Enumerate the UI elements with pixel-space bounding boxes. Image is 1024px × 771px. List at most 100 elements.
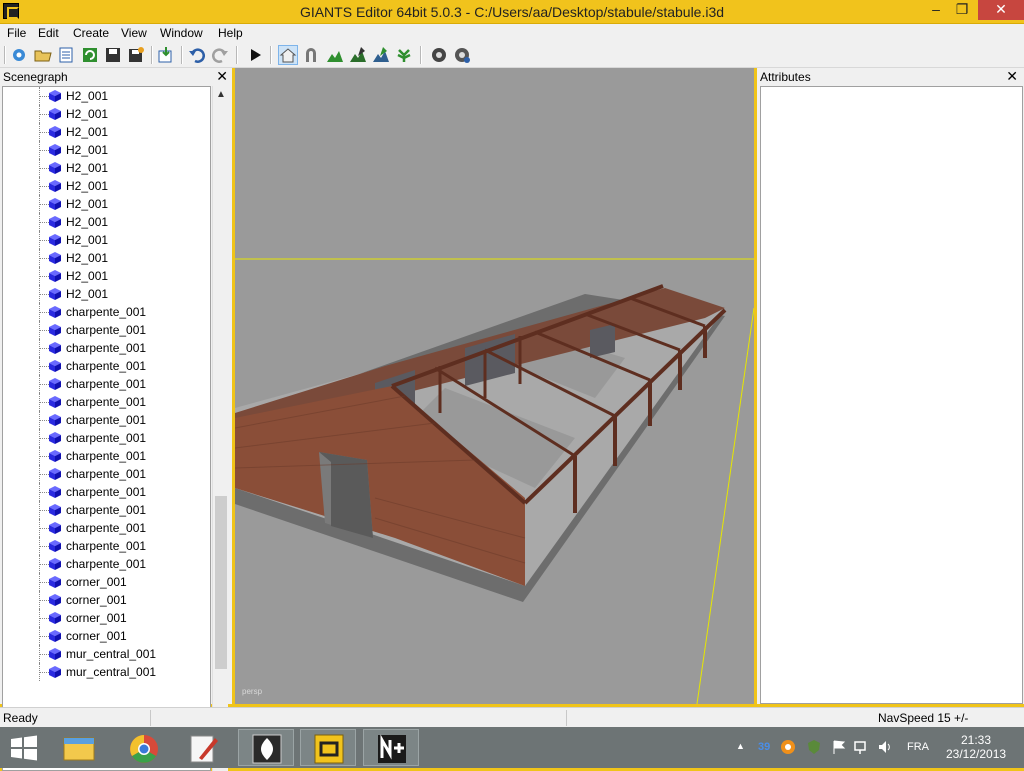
- file-explorer-icon[interactable]: [50, 729, 106, 766]
- tree-item[interactable]: mur_central_001: [3, 663, 210, 681]
- menu-file[interactable]: File: [7, 26, 26, 40]
- tree-item-label: corner_001: [66, 629, 127, 643]
- tree-item[interactable]: H2_001: [3, 267, 210, 285]
- language-indicator[interactable]: FRA: [907, 741, 929, 753]
- minimize-button[interactable]: –: [922, 0, 950, 20]
- tree-item[interactable]: H2_001: [3, 231, 210, 249]
- tree-item[interactable]: charpente_001: [3, 429, 210, 447]
- toolbar-separator: [270, 46, 272, 64]
- play-icon[interactable]: [246, 46, 264, 64]
- tree-item[interactable]: charpente_001: [3, 411, 210, 429]
- scenegraph-close-button[interactable]: ✕: [216, 68, 228, 85]
- tree-item[interactable]: corner_001: [3, 627, 210, 645]
- tree-item[interactable]: mur_central_001: [3, 645, 210, 663]
- tree-item[interactable]: charpente_001: [3, 519, 210, 537]
- undo-icon[interactable]: [188, 46, 206, 64]
- tree-item[interactable]: charpente_001: [3, 357, 210, 375]
- attributes-content[interactable]: [760, 86, 1023, 704]
- tree-item[interactable]: charpente_001: [3, 303, 210, 321]
- network-settings-icon[interactable]: [453, 46, 471, 64]
- tree-item-label: H2_001: [66, 233, 109, 247]
- tray-badge[interactable]: 39: [758, 741, 770, 753]
- tree-item-label: H2_001: [66, 197, 109, 211]
- settings-icon[interactable]: [10, 46, 28, 64]
- scrollbar-thumb[interactable]: [215, 496, 227, 669]
- refresh-icon[interactable]: [81, 46, 99, 64]
- menu-help[interactable]: Help: [218, 26, 243, 40]
- import-icon[interactable]: [157, 46, 175, 64]
- terrain-paint-icon[interactable]: [349, 46, 367, 64]
- tree-item[interactable]: charpente_001: [3, 375, 210, 393]
- save-icon[interactable]: [104, 46, 122, 64]
- scroll-up-button[interactable]: ▲: [215, 89, 227, 100]
- tree-item-label: mur_central_001: [66, 647, 157, 661]
- save-all-icon[interactable]: [127, 46, 145, 64]
- shape-node-icon: [49, 648, 61, 660]
- shape-node-icon: [49, 252, 61, 264]
- tree-item[interactable]: H2_001: [3, 195, 210, 213]
- chrome-icon[interactable]: [115, 729, 171, 766]
- open-icon[interactable]: [34, 46, 52, 64]
- tree-item[interactable]: charpente_001: [3, 483, 210, 501]
- redo-icon[interactable]: [211, 46, 229, 64]
- avast-icon[interactable]: [780, 739, 796, 755]
- scenegraph-scrollbar[interactable]: ▲ ▼: [212, 86, 228, 771]
- notepad-plus-icon[interactable]: [363, 729, 419, 766]
- tree-item[interactable]: H2_001: [3, 213, 210, 231]
- terrain-icon[interactable]: [326, 46, 344, 64]
- tree-item[interactable]: corner_001: [3, 591, 210, 609]
- tree-item[interactable]: corner_001: [3, 609, 210, 627]
- tree-item[interactable]: H2_001: [3, 249, 210, 267]
- menu-view[interactable]: View: [121, 26, 147, 40]
- tree-item[interactable]: charpente_001: [3, 339, 210, 357]
- shape-node-icon: [49, 180, 61, 192]
- security-shield-icon[interactable]: [806, 739, 822, 755]
- list-icon[interactable]: [57, 46, 75, 64]
- shape-node-icon: [49, 558, 61, 570]
- paint-icon[interactable]: [174, 729, 230, 766]
- tree-item[interactable]: charpente_001: [3, 465, 210, 483]
- tree-item[interactable]: H2_001: [3, 285, 210, 303]
- close-button[interactable]: ✕: [978, 0, 1024, 20]
- tree-item[interactable]: charpente_001: [3, 537, 210, 555]
- tree-item-label: charpente_001: [66, 485, 147, 499]
- network-icon[interactable]: [430, 46, 448, 64]
- menu-create[interactable]: Create: [73, 26, 109, 40]
- home-icon[interactable]: [278, 45, 298, 65]
- tree-item-label: H2_001: [66, 179, 109, 193]
- tree-item[interactable]: H2_001: [3, 87, 210, 105]
- tree-item[interactable]: H2_001: [3, 123, 210, 141]
- tree-item[interactable]: H2_001: [3, 177, 210, 195]
- tree-item[interactable]: H2_001: [3, 105, 210, 123]
- 3d-viewport[interactable]: persp: [235, 68, 754, 704]
- tree-item[interactable]: charpente_001: [3, 447, 210, 465]
- menu-edit[interactable]: Edit: [38, 26, 59, 40]
- shape-node-icon: [49, 666, 61, 678]
- magnet-icon[interactable]: [302, 46, 320, 64]
- scenegraph-tree[interactable]: H2_001 H2_001 H2_001 H2_001 H2_001 H2_001 H2_0…: [2, 86, 211, 771]
- tree-item[interactable]: charpente_001: [3, 321, 210, 339]
- system-clock[interactable]: 21:33 23/12/2013: [946, 733, 1006, 761]
- tree-item[interactable]: charpente_001: [3, 555, 210, 573]
- network-tray-icon[interactable]: [853, 739, 869, 755]
- shape-node-icon: [49, 486, 61, 498]
- volume-icon[interactable]: [877, 739, 893, 755]
- foliage-icon[interactable]: [395, 46, 413, 64]
- tree-item[interactable]: H2_001: [3, 141, 210, 159]
- windows-start-icon[interactable]: [10, 735, 38, 761]
- tree-item[interactable]: charpente_001: [3, 393, 210, 411]
- tree-item[interactable]: corner_001: [3, 573, 210, 591]
- attributes-close-button[interactable]: ✕: [1006, 68, 1018, 85]
- menu-window[interactable]: Window: [160, 26, 203, 40]
- tree-item[interactable]: charpente_001: [3, 501, 210, 519]
- action-center-flag-icon[interactable]: [831, 739, 847, 755]
- inkscape-icon[interactable]: [238, 729, 294, 766]
- restore-button[interactable]: ❐: [948, 0, 976, 20]
- tray-expand-icon[interactable]: ▲: [736, 741, 745, 751]
- tree-item-label: charpente_001: [66, 521, 147, 535]
- terrain-edit-icon[interactable]: [372, 46, 390, 64]
- tree-item[interactable]: H2_001: [3, 159, 210, 177]
- shape-node-icon: [49, 360, 61, 372]
- giants-editor-icon[interactable]: [300, 729, 356, 766]
- tree-item-label: mur_central_001: [66, 665, 157, 679]
